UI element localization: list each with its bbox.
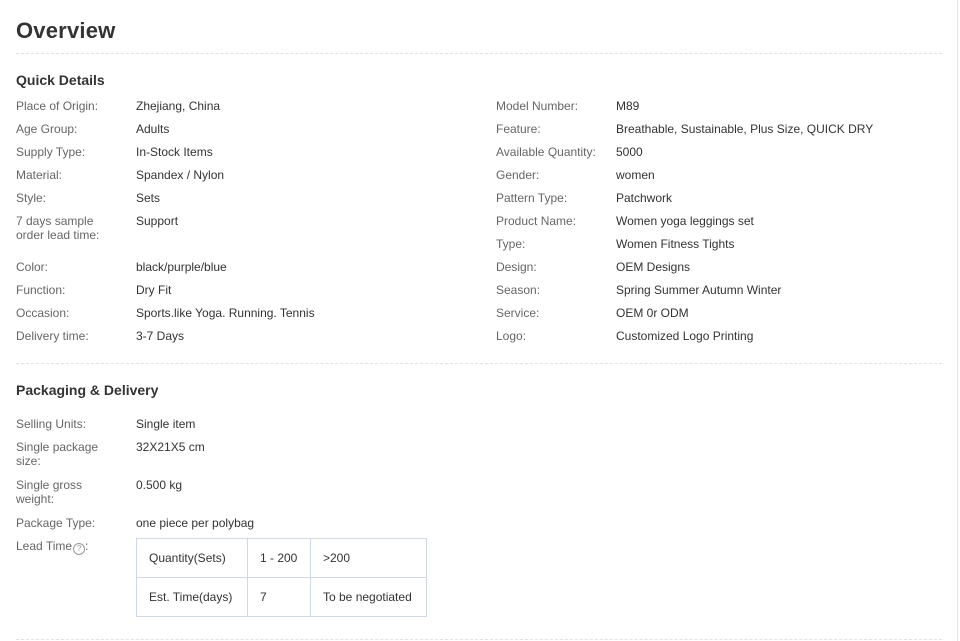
detail-row: Supply Type: In-Stock Items (16, 145, 486, 159)
detail-label: Style: (16, 191, 47, 205)
packaging-row: Selling Units: Single item (16, 417, 486, 431)
detail-label: Design: (496, 260, 537, 274)
detail-label: Gender: (496, 168, 540, 182)
packaging-row: Single package size: 32X21X5 cm (16, 440, 486, 468)
detail-value: Patchwork (616, 191, 673, 205)
detail-value: Support (136, 214, 179, 228)
detail-label: Function: (16, 283, 66, 297)
table-cell: 7 (247, 577, 311, 617)
detail-row: Material: Spandex / Nylon (16, 168, 486, 182)
detail-label: Delivery time: (16, 329, 89, 343)
packaging-value: Single item (136, 417, 196, 431)
packaging-value: one piece per polybag (136, 516, 255, 530)
detail-value: Breathable, Sustainable, Plus Size, QUIC… (616, 122, 874, 136)
detail-row: Feature: Breathable, Sustainable, Plus S… (496, 122, 936, 136)
detail-row: Delivery time: 3-7 Days (16, 329, 486, 343)
detail-value: Sets (136, 191, 161, 205)
title-divider (16, 53, 942, 54)
detail-label: Service: (496, 306, 540, 320)
detail-value: 5000 (616, 145, 643, 159)
packaging-row: Single gross weight: 0.500 kg (16, 478, 486, 506)
detail-label: Feature: (496, 122, 541, 136)
detail-label: Age Group: (16, 122, 78, 136)
detail-row: Age Group: Adults (16, 122, 486, 136)
detail-row: Style: Sets (16, 191, 486, 205)
table-cell: 1 - 200 (247, 538, 311, 578)
packaging-row: Package Type: one piece per polybag (16, 516, 486, 530)
detail-label: Color: (16, 260, 49, 274)
detail-value: In-Stock Items (136, 145, 213, 159)
detail-row: Occasion: Sports.like Yoga. Running. Ten… (16, 306, 486, 320)
detail-row: Season: Spring Summer Autumn Winter (496, 283, 936, 297)
packaging-label: Single package size: (16, 440, 99, 468)
bottom-divider (16, 639, 942, 640)
detail-value: Spandex / Nylon (136, 168, 225, 182)
detail-label: Supply Type: (16, 145, 86, 159)
detail-row: Color: black/purple/blue (16, 260, 486, 274)
detail-label: Season: (496, 283, 541, 297)
detail-row: Design: OEM Designs (496, 260, 936, 274)
detail-row: Available Quantity: 5000 (496, 145, 936, 159)
detail-value: black/purple/blue (136, 260, 227, 274)
detail-value: OEM Designs (616, 260, 691, 274)
table-cell: Est. Time(days) (136, 577, 248, 617)
detail-value: Dry Fit (136, 283, 172, 297)
detail-row: Place of Origin: Zhejiang, China (16, 99, 486, 113)
detail-label: 7 days sample order lead time: (16, 214, 100, 242)
section-divider (16, 363, 942, 364)
detail-row: Service: OEM 0r ODM (496, 306, 936, 320)
lead-time-label-group: Lead Time?: (16, 539, 126, 555)
quick-details-heading: Quick Details (16, 72, 105, 88)
detail-value: Customized Logo Printing (616, 329, 754, 343)
detail-value: 3-7 Days (136, 329, 185, 343)
table-cell: >200 (310, 538, 427, 578)
detail-label: Place of Origin: (16, 99, 99, 113)
detail-value: M89 (616, 99, 640, 113)
packaging-label: Selling Units: (16, 417, 87, 431)
detail-row: Logo: Customized Logo Printing (496, 329, 936, 343)
table-row: Est. Time(days) 7 To be negotiated (136, 577, 427, 617)
right-border (957, 0, 958, 641)
detail-row: Model Number: M89 (496, 99, 936, 113)
packaging-label: Single gross weight: (16, 478, 83, 506)
detail-label: Product Name: (496, 214, 577, 228)
detail-row: Function: Dry Fit (16, 283, 486, 297)
packaging-heading: Packaging & Delivery (16, 382, 159, 398)
packaging-value: 32X21X5 cm (136, 440, 205, 454)
detail-row: Type: Women Fitness Tights (496, 237, 936, 251)
detail-label: Model Number: (496, 99, 579, 113)
lead-time-row: Lead Time?: (16, 539, 131, 555)
detail-value: Adults (136, 122, 170, 136)
detail-label: Available Quantity: (496, 145, 596, 159)
detail-row: Gender: women (496, 168, 936, 182)
packaging-label: Package Type: (16, 516, 96, 530)
detail-value: women (616, 168, 655, 182)
detail-row: 7 days sample order lead time: Support (16, 214, 486, 242)
page-title: Overview (16, 18, 116, 43)
detail-label: Occasion: (16, 306, 70, 320)
lead-time-separator: : (85, 539, 89, 553)
detail-label: Material: (16, 168, 63, 182)
packaging-value: 0.500 kg (136, 478, 183, 492)
table-cell: Quantity(Sets) (136, 538, 248, 578)
detail-row: Pattern Type: Patchwork (496, 191, 936, 205)
detail-label: Type: (496, 237, 526, 251)
detail-value: Women yoga leggings set (616, 214, 754, 228)
table-cell: To be negotiated (310, 577, 427, 617)
detail-label: Logo: (496, 329, 527, 343)
detail-value: Sports.like Yoga. Running. Tennis (136, 306, 315, 320)
lead-time-label: Lead Time (16, 539, 73, 553)
detail-row: Product Name: Women yoga leggings set (496, 214, 936, 228)
detail-value: Zhejiang, China (136, 99, 221, 113)
question-circle-icon[interactable]: ? (73, 543, 86, 555)
detail-value: OEM 0r ODM (616, 306, 689, 320)
table-row: Quantity(Sets) 1 - 200 >200 (136, 538, 427, 578)
detail-value: Spring Summer Autumn Winter (616, 283, 782, 297)
detail-label: Pattern Type: (496, 191, 568, 205)
lead-time-table: Quantity(Sets) 1 - 200 >200 Est. Time(da… (136, 538, 427, 617)
detail-value: Women Fitness Tights (616, 237, 735, 251)
